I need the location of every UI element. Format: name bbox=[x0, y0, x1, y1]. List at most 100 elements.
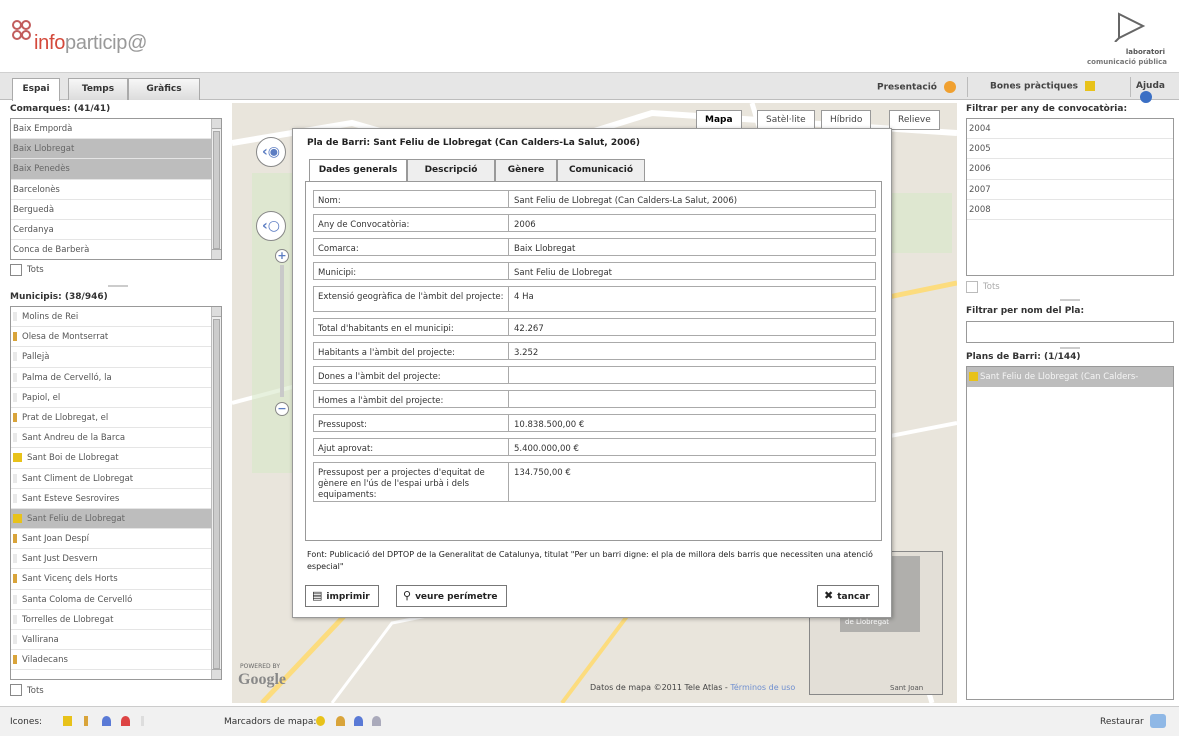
scroll-down-arrow[interactable] bbox=[212, 669, 221, 679]
comarques-list[interactable]: Baix Empordà Baix Llobregat Baix Penedès Ba… bbox=[10, 118, 222, 260]
info-value: 10.838.500,00 € bbox=[514, 420, 585, 430]
scroll-up-arrow[interactable] bbox=[212, 119, 221, 129]
restaurar-label[interactable]: Restaurar bbox=[1100, 717, 1144, 727]
toolbar: Espai Temps Gràfics Presentació Bones pr… bbox=[0, 72, 1179, 103]
comarca-item[interactable]: Baix Llobregat bbox=[11, 139, 221, 160]
tab-genere[interactable]: Gènere bbox=[495, 159, 557, 181]
infoparticipa-logo[interactable]: infoparticip@ bbox=[12, 18, 182, 58]
splitter-handle[interactable] bbox=[1060, 347, 1080, 349]
map-type-mapa-button[interactable]: Mapa bbox=[696, 110, 742, 130]
year-item[interactable]: 2008 bbox=[967, 200, 1173, 220]
info-row: Comarca: Baix Llobregat bbox=[313, 238, 876, 256]
scroll-down-arrow[interactable] bbox=[212, 249, 221, 259]
municipi-item[interactable]: Vallirana bbox=[11, 630, 221, 651]
year-list[interactable]: 2004 2005 2006 2007 2008 bbox=[966, 118, 1174, 276]
map-type-hybrid-button[interactable]: Híbrido bbox=[821, 110, 872, 130]
tab-descripcio[interactable]: Descripció bbox=[407, 159, 495, 181]
filter-year-title: Filtrar per any de convocatòria: bbox=[966, 104, 1128, 114]
view-perimeter-button[interactable]: ⚲ veure perímetre bbox=[396, 585, 507, 607]
municipi-item[interactable]: Papiol, el bbox=[11, 388, 221, 408]
zoom-slider-track[interactable] bbox=[280, 265, 284, 397]
icon-bar-toggle[interactable] bbox=[84, 716, 88, 726]
municipi-item[interactable]: Sant Joan Despí bbox=[11, 529, 221, 550]
year-item[interactable]: 2004 bbox=[967, 119, 1173, 140]
scroll-up-arrow[interactable] bbox=[212, 307, 221, 317]
restore-icon[interactable] bbox=[1150, 714, 1166, 728]
icon-blue-pin-toggle[interactable] bbox=[102, 716, 111, 726]
ajuda-link[interactable]: Ajuda bbox=[1136, 81, 1179, 103]
municipi-item[interactable]: Palma de Cervelló, la bbox=[11, 368, 221, 388]
plan-item[interactable]: Sant Feliu de Llobregat (Can Calders- bbox=[967, 367, 1173, 387]
comarca-item[interactable]: Barcelonès bbox=[11, 180, 221, 200]
marker-yellow-icon[interactable] bbox=[316, 716, 325, 726]
municipi-item[interactable]: Sant Andreu de la Barca bbox=[11, 428, 221, 449]
scroll-thumb[interactable] bbox=[213, 319, 220, 669]
municipi-item[interactable]: Sant Boi de Llobregat bbox=[11, 448, 221, 469]
municipis-list[interactable]: Molins de Rei Olesa de Montserrat Pallejà P… bbox=[10, 306, 222, 680]
terms-link[interactable]: Términos de uso bbox=[730, 683, 795, 692]
year-item[interactable]: 2005 bbox=[967, 139, 1173, 160]
municipi-item[interactable]: Pallejà bbox=[11, 347, 221, 368]
year-item[interactable]: 2007 bbox=[967, 180, 1173, 200]
bar-marker-icon bbox=[13, 574, 17, 584]
municipi-item[interactable]: Viladecans bbox=[11, 650, 221, 671]
laboratori-logo[interactable]: laboratori comunicació pública bbox=[1063, 10, 1173, 66]
presentacio-link[interactable]: Presentació bbox=[877, 81, 957, 93]
comarques-tots-checkbox[interactable] bbox=[10, 264, 22, 276]
pan-control-icon[interactable]: ‹◉ bbox=[256, 137, 286, 167]
municipi-label: Olesa de Montserrat bbox=[22, 332, 109, 343]
map-type-relief-button[interactable]: Relieve bbox=[889, 110, 940, 130]
tab-espai[interactable]: Espai bbox=[12, 78, 60, 101]
marker-blue-icon[interactable] bbox=[354, 716, 363, 726]
municipi-item[interactable]: Torrelles de Llobregat bbox=[11, 610, 221, 630]
marker-grey-icon[interactable] bbox=[372, 716, 381, 726]
scroll-thumb[interactable] bbox=[213, 131, 220, 249]
magnifier-icon: ⚲ bbox=[403, 589, 412, 602]
municipi-item[interactable]: Sant Vicenç dels Horts bbox=[11, 569, 221, 590]
comarca-item[interactable]: Berguedà bbox=[11, 200, 221, 220]
close-button[interactable]: ✖ tancar bbox=[817, 585, 879, 607]
marker-orange-icon[interactable] bbox=[336, 716, 345, 726]
bones-practiques-link[interactable]: Bones pràctiques bbox=[990, 81, 1096, 92]
google-logo[interactable]: Google bbox=[238, 671, 286, 689]
empty-marker-icon bbox=[13, 433, 17, 443]
municipis-scrollbar[interactable] bbox=[211, 307, 221, 679]
comarca-item[interactable]: Baix Empordà bbox=[11, 119, 221, 140]
municipis-tots-checkbox[interactable] bbox=[10, 684, 22, 696]
municipi-item[interactable]: Sant Esteve Sesrovires bbox=[11, 489, 221, 509]
municipi-item[interactable]: Molins de Rei bbox=[11, 307, 221, 328]
municipi-item[interactable]: Sant Climent de Llobregat bbox=[11, 469, 221, 489]
municipi-item[interactable]: Sant Just Desvern bbox=[11, 549, 221, 570]
year-item[interactable]: 2006 bbox=[967, 159, 1173, 180]
municipi-item[interactable]: Santa Coloma de Cervelló bbox=[11, 590, 221, 610]
tab-temps[interactable]: Temps bbox=[68, 78, 128, 100]
rotate-control-icon[interactable]: ‹○ bbox=[256, 211, 286, 241]
municipi-item[interactable]: Prat de Llobregat, el bbox=[11, 408, 221, 429]
year-tots-checkbox[interactable] bbox=[966, 281, 978, 293]
year-tots-label: Tots bbox=[983, 282, 1000, 292]
municipi-label: Sant Esteve Sesrovires bbox=[22, 493, 120, 504]
comarca-item[interactable]: Conca de Barberà bbox=[11, 240, 221, 259]
icon-star-toggle[interactable] bbox=[63, 716, 72, 726]
zoom-out-icon[interactable]: − bbox=[275, 402, 289, 416]
icon-red-pin-toggle[interactable] bbox=[121, 716, 130, 726]
plan-name-input[interactable] bbox=[966, 321, 1174, 343]
print-button[interactable]: ▤ imprimir bbox=[305, 585, 379, 607]
tab-dades-generals[interactable]: Dades generals bbox=[309, 159, 407, 182]
copyright-text: Datos de mapa ©2011 Tele Atlas - bbox=[590, 683, 728, 692]
comarques-scrollbar[interactable] bbox=[211, 119, 221, 259]
splitter-handle[interactable] bbox=[108, 285, 128, 287]
plans-title: Plans de Barri: (1/144) bbox=[966, 352, 1081, 362]
comarca-item[interactable]: Baix Penedès bbox=[11, 159, 221, 180]
tab-grafics[interactable]: Gràfics bbox=[128, 78, 200, 100]
tab-comunicacio[interactable]: Comunicació bbox=[557, 159, 645, 181]
municipi-item[interactable]: Sant Feliu de Llobregat bbox=[11, 508, 221, 530]
splitter-handle[interactable] bbox=[1060, 299, 1080, 301]
plans-list[interactable]: Sant Feliu de Llobregat (Can Calders- bbox=[966, 366, 1174, 700]
map-type-satellite-button[interactable]: Satèl·lite bbox=[757, 110, 815, 130]
comarca-item[interactable]: Cerdanya bbox=[11, 220, 221, 241]
icon-empty-toggle[interactable] bbox=[141, 716, 144, 726]
zoom-in-icon[interactable]: + bbox=[275, 249, 289, 263]
municipi-label: Sant Vicenç dels Horts bbox=[22, 574, 118, 585]
municipi-item[interactable]: Olesa de Montserrat bbox=[11, 327, 221, 348]
